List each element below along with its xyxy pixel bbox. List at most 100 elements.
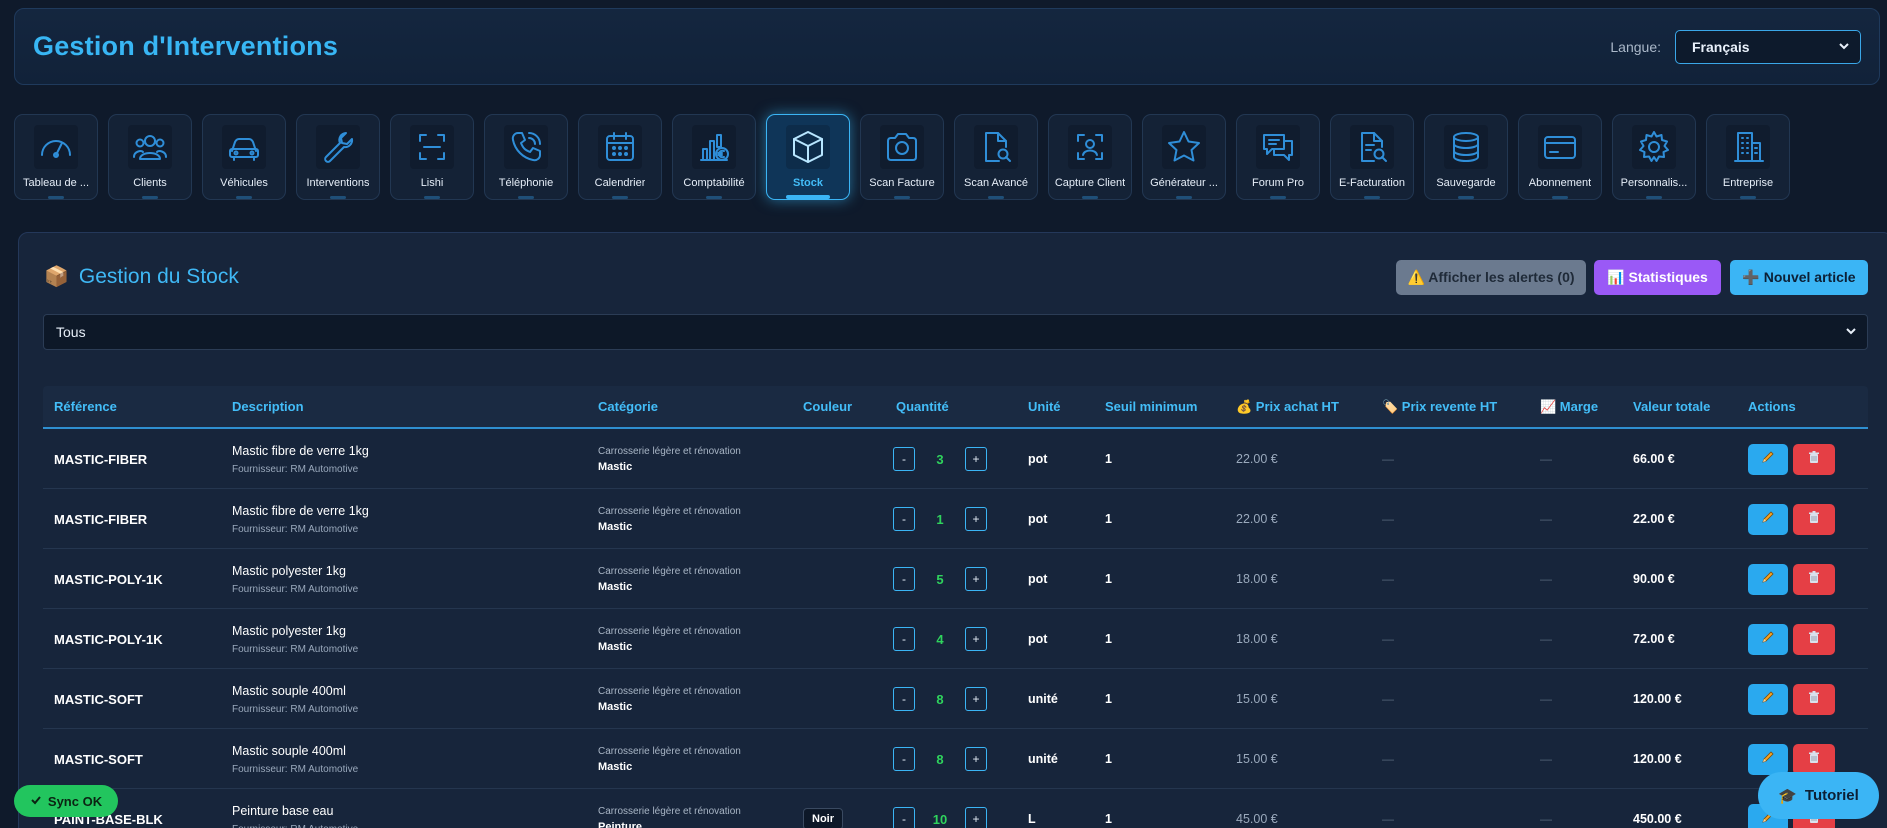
edit-button[interactable] xyxy=(1748,623,1788,655)
nav-item-sauvegarde[interactable]: Sauvegarde xyxy=(1424,114,1508,200)
increase-quantity-button[interactable]: + xyxy=(965,567,987,591)
nav-item-v-hicules[interactable]: Véhicules xyxy=(202,114,286,200)
increase-quantity-button[interactable]: + xyxy=(965,687,987,711)
edit-button[interactable] xyxy=(1748,443,1788,475)
language-select[interactable]: Français xyxy=(1675,29,1861,64)
increase-quantity-button[interactable]: + xyxy=(965,627,987,651)
decrease-quantity-button[interactable]: - xyxy=(893,447,915,471)
nav-item-forum-pro[interactable]: Forum Pro xyxy=(1236,114,1320,200)
item-reference: MASTIC-SOFT xyxy=(54,691,143,707)
nav-indicator xyxy=(612,196,628,199)
nav-item-stock[interactable]: Stock xyxy=(766,114,850,200)
col-category[interactable]: Catégorie xyxy=(598,399,658,414)
col-min-threshold[interactable]: Seuil minimum xyxy=(1105,399,1197,414)
nav-indicator xyxy=(48,196,64,199)
item-supplier: Fournisseur: RM Automotive xyxy=(232,583,359,595)
increase-quantity-button[interactable]: + xyxy=(965,507,987,531)
increase-quantity-button[interactable]: + xyxy=(965,447,987,471)
item-reference: MASTIC-POLY-1K xyxy=(54,631,163,647)
item-purchase-price: 22.00 € xyxy=(1236,512,1278,526)
table-row: MASTIC-POLY-1K Mastic polyester 1kg Fourni… xyxy=(43,549,1868,609)
trash-icon xyxy=(1807,570,1821,589)
chevron-down-icon xyxy=(1838,39,1850,55)
nav-item-comptabilit[interactable]: Comptabilité xyxy=(672,114,756,200)
nav-item-clients[interactable]: Clients xyxy=(108,114,192,200)
sync-status-badge[interactable]: Sync OK xyxy=(14,785,118,817)
nav-indicator xyxy=(236,196,252,199)
nav-item-personnalis[interactable]: Personnalis... xyxy=(1612,114,1696,200)
box-icon xyxy=(786,125,830,169)
edit-button[interactable] xyxy=(1748,503,1788,535)
database-icon xyxy=(1444,125,1488,169)
nav-item-t-l-phonie[interactable]: Téléphonie xyxy=(484,114,568,200)
nav-item-entreprise[interactable]: Entreprise xyxy=(1706,114,1790,200)
item-supplier: Fournisseur: RM Automotive xyxy=(232,523,359,535)
item-purchase-price: 18.00 € xyxy=(1236,572,1278,586)
pencil-icon xyxy=(1761,450,1775,469)
statistics-button[interactable]: 📊 Statistiques xyxy=(1594,260,1721,295)
col-quantity[interactable]: Quantité xyxy=(896,399,949,414)
nav-label: Abonnement xyxy=(1528,177,1592,189)
decrease-quantity-button[interactable]: - xyxy=(893,747,915,771)
new-item-button[interactable]: ➕ Nouvel article xyxy=(1730,260,1868,295)
delete-button[interactable] xyxy=(1793,503,1835,535)
item-supplier: Fournisseur: RM Automotive xyxy=(232,643,359,655)
nav-item-capture-client[interactable]: Capture Client xyxy=(1048,114,1132,200)
nav-item-interventions[interactable]: Interventions xyxy=(296,114,380,200)
delete-button[interactable] xyxy=(1793,563,1835,595)
decrease-quantity-button[interactable]: - xyxy=(893,807,915,828)
table-row: MASTIC-SOFT Mastic souple 400ml Fournisseu… xyxy=(43,669,1868,729)
nav-label: Stock xyxy=(793,177,823,189)
nav-item-e-facturation[interactable]: E-Facturation xyxy=(1330,114,1414,200)
nav-label: Clients xyxy=(133,177,167,189)
item-purchase-price: 15.00 € xyxy=(1236,692,1278,706)
show-alerts-button[interactable]: ⚠️ Afficher les alertes (0) xyxy=(1396,260,1586,295)
edit-button[interactable] xyxy=(1748,743,1788,775)
delete-button[interactable] xyxy=(1793,443,1835,475)
edit-button[interactable] xyxy=(1748,563,1788,595)
tutorial-button[interactable]: 🎓 Tutoriel xyxy=(1758,772,1879,819)
nav-indicator xyxy=(1082,196,1098,199)
nav-item-g-n-rateur[interactable]: Générateur ... xyxy=(1142,114,1226,200)
nav-label: Générateur ... xyxy=(1150,177,1218,189)
item-quantity: 8 xyxy=(936,691,944,707)
graduation-cap-icon: 🎓 xyxy=(1778,787,1797,805)
delete-button[interactable] xyxy=(1793,683,1835,715)
col-unit[interactable]: Unité xyxy=(1028,399,1061,414)
increase-quantity-button[interactable]: + xyxy=(965,747,987,771)
nav-item-lishi[interactable]: Lishi xyxy=(390,114,474,200)
decrease-quantity-button[interactable]: - xyxy=(893,687,915,711)
decrease-quantity-button[interactable]: - xyxy=(893,507,915,531)
nav-item-calendrier[interactable]: Calendrier xyxy=(578,114,662,200)
delete-button[interactable] xyxy=(1793,623,1835,655)
item-margin: — xyxy=(1540,452,1552,466)
nav-label: E-Facturation xyxy=(1338,177,1406,189)
item-total-value: 66.00 € xyxy=(1633,452,1675,466)
col-margin[interactable]: 📈 Marge xyxy=(1540,399,1598,415)
pencil-icon xyxy=(1761,630,1775,649)
delete-button[interactable] xyxy=(1793,743,1835,775)
decrease-quantity-button[interactable]: - xyxy=(893,627,915,651)
nav-item-scan-avanc[interactable]: Scan Avancé xyxy=(954,114,1038,200)
col-total-value[interactable]: Valeur totale xyxy=(1633,399,1710,414)
nav-item-abonnement[interactable]: Abonnement xyxy=(1518,114,1602,200)
nav-item-tableau-de[interactable]: Tableau de ... xyxy=(14,114,98,200)
edit-button[interactable] xyxy=(1748,683,1788,715)
category-filter-select[interactable]: Tous xyxy=(43,314,1868,350)
col-resale-price[interactable]: 🏷️ Prix revente HT xyxy=(1382,399,1497,415)
nav-indicator xyxy=(1458,196,1474,199)
col-color[interactable]: Couleur xyxy=(803,399,852,414)
item-supplier: Fournisseur: RM Automotive xyxy=(232,824,358,828)
increase-quantity-button[interactable]: + xyxy=(965,807,987,828)
col-description[interactable]: Description xyxy=(232,399,304,414)
nav-item-scan-facture[interactable]: Scan Facture xyxy=(860,114,944,200)
decrease-quantity-button[interactable]: - xyxy=(893,567,915,591)
col-reference[interactable]: Référence xyxy=(54,399,117,414)
col-purchase-price[interactable]: 💰 Prix achat HT xyxy=(1236,399,1339,415)
item-min-threshold: 1 xyxy=(1105,632,1112,646)
nav-indicator xyxy=(1364,196,1380,199)
item-description: Mastic souple 400ml xyxy=(232,743,346,758)
item-subcategory: Peinture xyxy=(598,820,643,828)
nav-label: Interventions xyxy=(306,177,370,189)
nav-indicator xyxy=(142,196,158,199)
